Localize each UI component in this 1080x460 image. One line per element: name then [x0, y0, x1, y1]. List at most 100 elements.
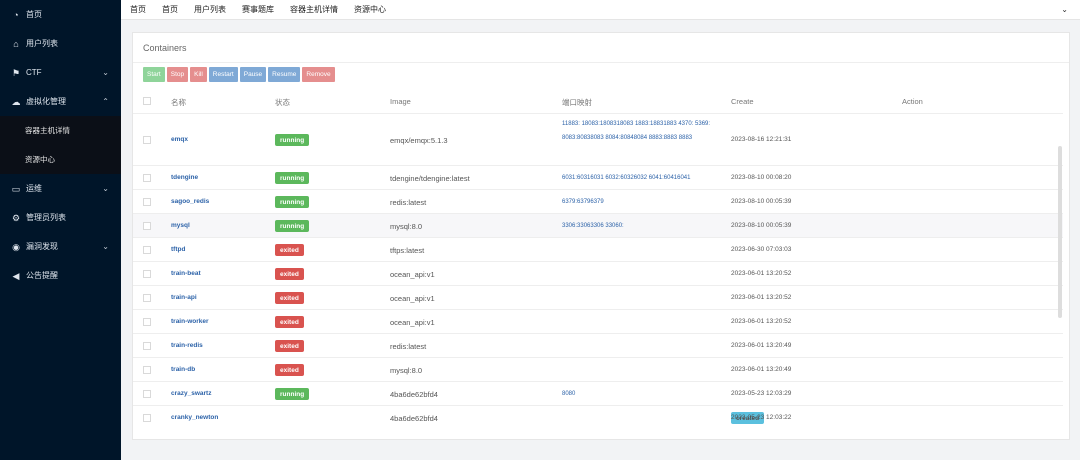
- created-cell: 2023-06-01 13:20:49: [731, 366, 792, 373]
- remove-button[interactable]: Remove: [302, 67, 335, 82]
- port-mapping-cell: 11883: 18083:1808318083 1883:18831883 43…: [562, 121, 711, 141]
- row-checkbox[interactable]: [143, 270, 151, 278]
- row-checkbox[interactable]: [143, 414, 151, 422]
- created-cell: 2023-06-30 07:03:03: [731, 246, 792, 253]
- container-name-link[interactable]: train-redis: [171, 342, 203, 349]
- container-name-link[interactable]: tftpd: [171, 246, 185, 253]
- header-action: Action: [902, 97, 923, 106]
- port-mapping-cell: 6031:60316031 6032:60326032 6041:6041604…: [562, 175, 691, 181]
- sidebar-item-label: 运维: [26, 184, 42, 193]
- table-row[interactable]: train-redis exited redis:latest 2023-06-01 …: [133, 333, 1063, 357]
- table-row[interactable]: tftpd exited tftps:latest 2023-06-30 07:03:…: [133, 237, 1063, 261]
- status-badge: running: [275, 134, 310, 146]
- header-name: 名称: [171, 98, 186, 107]
- tab-home-2[interactable]: 首页: [153, 4, 185, 15]
- sidebar-item-label: 首页: [26, 10, 42, 19]
- container-name-link[interactable]: train-db: [171, 366, 195, 373]
- sidebar-item-ops[interactable]: ▭ 运维 ⌄: [0, 174, 121, 203]
- tab-resource-center[interactable]: 资源中心: [345, 4, 393, 15]
- row-checkbox[interactable]: [143, 222, 151, 230]
- row-checkbox[interactable]: [143, 342, 151, 350]
- kill-button[interactable]: Kill: [190, 67, 207, 82]
- sidebar-item-label: 容器主机详情: [25, 126, 70, 135]
- table-row[interactable]: sagoo_redis running redis:latest 6379:63796…: [133, 189, 1063, 213]
- image-cell: ocean_api:v1: [390, 318, 435, 327]
- gear-icon: ⚙: [11, 212, 21, 223]
- created-cell: 2023-05-23 12:03:22: [731, 414, 792, 421]
- select-all-checkbox[interactable]: [143, 97, 151, 105]
- container-name-link[interactable]: emqx: [171, 136, 188, 143]
- row-checkbox[interactable]: [143, 318, 151, 326]
- container-name-link[interactable]: tdengine: [171, 174, 198, 181]
- header-create: Create: [731, 97, 754, 106]
- row-checkbox[interactable]: [143, 246, 151, 254]
- status-badge: exited: [275, 364, 304, 376]
- row-checkbox[interactable]: [143, 136, 151, 144]
- table-row[interactable]: cranky_newton created 4ba6de62bfd4 2023-05-…: [133, 405, 1063, 429]
- row-checkbox[interactable]: [143, 390, 151, 398]
- status-badge: exited: [275, 292, 304, 304]
- port-mapping-cell: 6379:63796379: [562, 199, 604, 205]
- tab-home-1[interactable]: 首页: [121, 4, 153, 15]
- created-cell: 2023-08-16 12:21:31: [731, 136, 792, 143]
- sidebar-item-ctf[interactable]: ⚑ CTF ⌄: [0, 58, 121, 87]
- container-name-link[interactable]: sagoo_redis: [171, 198, 209, 205]
- container-name-link[interactable]: train-worker: [171, 318, 209, 325]
- restart-button[interactable]: Restart: [208, 67, 238, 82]
- row-checkbox[interactable]: [143, 198, 151, 206]
- table-row[interactable]: crazy_swartz running 4ba6de62bfd4 8080 2023-…: [133, 381, 1063, 405]
- created-cell: 2023-06-01 13:20:52: [731, 270, 792, 277]
- sidebar: ◔ 首页 ⌂ 用户列表 ⚑ CTF ⌄ ☁ 虚拟化管理 ⌃ 容器主机详情 资源中…: [0, 0, 121, 460]
- sidebar-item-label: 虚拟化管理: [26, 97, 66, 106]
- container-name-link[interactable]: train-beat: [171, 270, 201, 277]
- stop-button[interactable]: Stop: [166, 67, 189, 82]
- table-row[interactable]: mysql running mysql:8.0 3306:33063306 33060…: [133, 213, 1063, 237]
- sidebar-item-user-list[interactable]: ⌂ 用户列表: [0, 29, 121, 58]
- panel-title: Containers: [143, 43, 187, 53]
- scrollbar[interactable]: [1058, 146, 1062, 318]
- sidebar-item-label: CTF: [26, 68, 42, 77]
- chevron-down-icon: ⌄: [102, 242, 109, 251]
- created-cell: 2023-08-10 00:05:39: [731, 222, 792, 229]
- sidebar-item-label: 漏洞发现: [26, 242, 58, 251]
- pause-button[interactable]: Pause: [239, 67, 267, 82]
- tab-container-host[interactable]: 容器主机详情: [281, 4, 345, 15]
- sidebar-item-virtualization[interactable]: ☁ 虚拟化管理 ⌃: [0, 87, 121, 116]
- row-checkbox[interactable]: [143, 294, 151, 302]
- top-tabs-bar: 首页 首页 用户列表 赛事题库 容器主机详情 资源中心 ⌄: [121, 0, 1080, 20]
- tab-question-bank[interactable]: 赛事题库: [233, 4, 281, 15]
- table-row[interactable]: train-beat exited ocean_api:v1 2023-06-01 1…: [133, 261, 1063, 285]
- start-button[interactable]: Start: [143, 67, 165, 82]
- status-badge: running: [275, 172, 310, 184]
- containers-panel: Containers Start Stop Kill Restart Pause…: [132, 32, 1070, 440]
- container-name-link[interactable]: crazy_swartz: [171, 390, 211, 397]
- container-name-link[interactable]: cranky_newton: [171, 414, 218, 421]
- table-row[interactable]: tdengine running tdengine/tdengine:latest 6…: [133, 165, 1063, 189]
- image-cell: 4ba6de62bfd4: [390, 390, 438, 399]
- table-row[interactable]: emqx running emqx/emqx:5.1.3 11883: 18083:1…: [133, 113, 1063, 165]
- container-name-link[interactable]: mysql: [171, 222, 190, 229]
- action-buttons: Start Stop Kill Restart Pause Resume Rem…: [143, 67, 335, 82]
- tab-user-list[interactable]: 用户列表: [185, 4, 233, 15]
- table-row[interactable]: train-db exited mysql:8.0 2023-06-01 13:20:…: [133, 357, 1063, 381]
- globe-icon: ◉: [12, 241, 20, 252]
- sidebar-subitem-container-host[interactable]: 容器主机详情: [0, 116, 121, 145]
- sidebar-item-label: 管理员列表: [26, 213, 66, 222]
- sidebar-subitem-resource-center[interactable]: 资源中心: [0, 145, 121, 174]
- sidebar-item-vuln-discovery[interactable]: ◉ 漏洞发现 ⌄: [0, 232, 121, 261]
- row-checkbox[interactable]: [143, 366, 151, 374]
- sidebar-item-home[interactable]: ◔ 首页: [0, 0, 121, 29]
- sidebar-item-announcements[interactable]: ◀ 公告提醒: [0, 261, 121, 290]
- table-row[interactable]: train-api exited ocean_api:v1 2023-06-01 13…: [133, 285, 1063, 309]
- port-mapping-cell: 3306:33063306 33060:: [562, 223, 624, 229]
- container-name-link[interactable]: train-api: [171, 294, 197, 301]
- status-badge: exited: [275, 268, 304, 280]
- table-row[interactable]: train-worker exited ocean_api:v1 2023-06-01…: [133, 309, 1063, 333]
- resume-button[interactable]: Resume: [268, 67, 301, 82]
- chevron-down-icon[interactable]: ⌄: [1061, 5, 1068, 14]
- sidebar-item-admin-list[interactable]: ⚙ 管理员列表: [0, 203, 121, 232]
- image-cell: mysql:8.0: [390, 222, 423, 231]
- row-checkbox[interactable]: [143, 174, 151, 182]
- home-icon: ⌂: [13, 38, 19, 49]
- port-mapping-cell: 8080: [562, 391, 576, 397]
